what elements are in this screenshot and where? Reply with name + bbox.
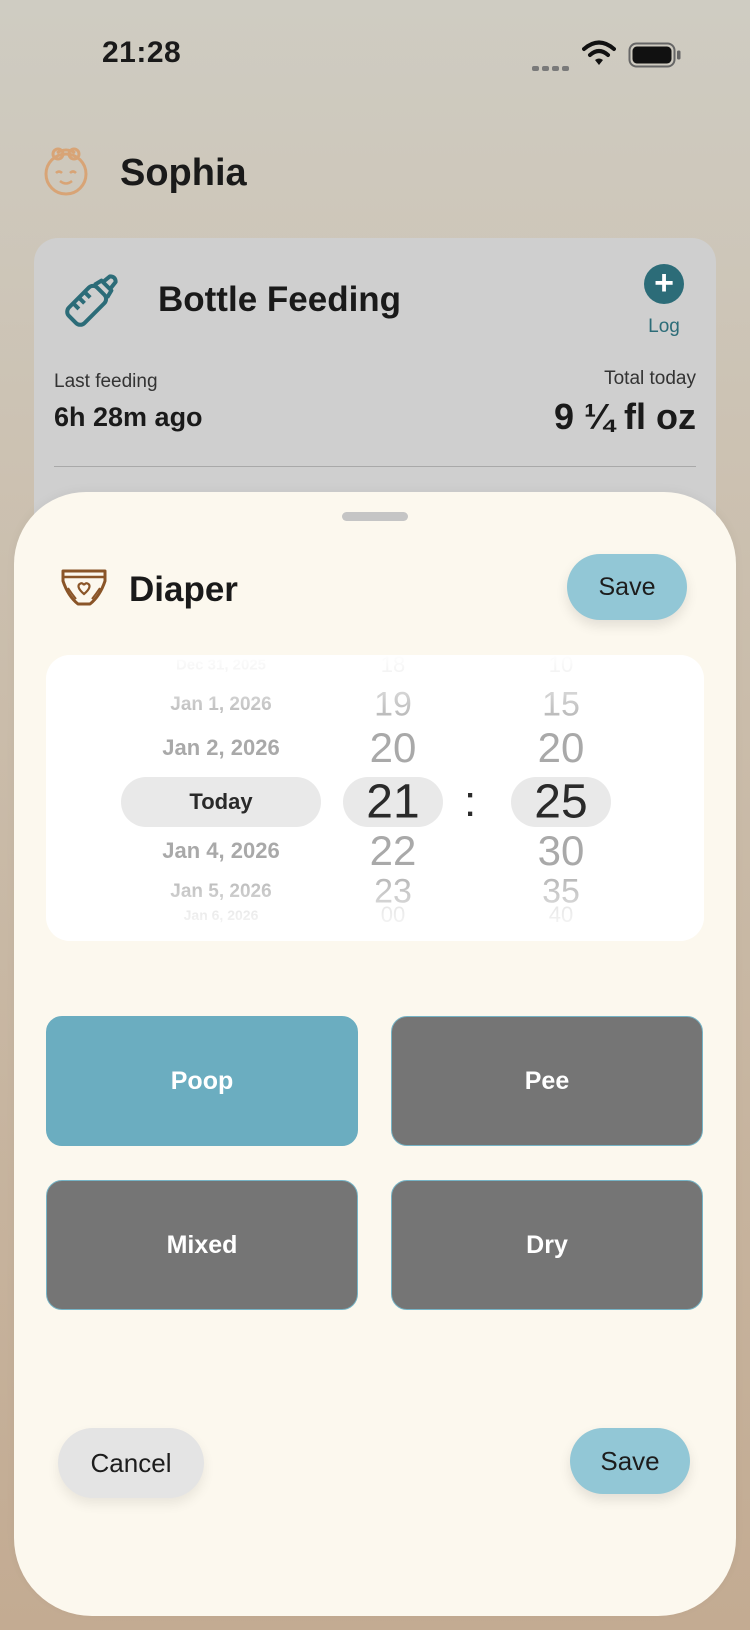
save-button-top[interactable]: Save	[567, 554, 687, 620]
mixed-button[interactable]: Mixed	[46, 1180, 358, 1310]
battery-icon	[628, 42, 681, 68]
minute-option[interactable]: 25	[511, 775, 611, 830]
minute-option[interactable]: 30	[511, 827, 611, 875]
plus-icon: +	[644, 264, 684, 304]
pee-button[interactable]: Pee	[391, 1016, 703, 1146]
minute-option[interactable]: 20	[511, 724, 611, 772]
log-feeding-button[interactable]: + Log	[634, 264, 694, 344]
card-divider	[54, 466, 696, 467]
status-bar: 21:28	[0, 0, 750, 110]
baby-face-icon	[44, 147, 88, 196]
poop-button[interactable]: Poop	[46, 1016, 358, 1146]
picker-fade-top	[46, 655, 704, 725]
diaper-sheet: Diaper Save Dec 31, 2025Jan 1, 2026Jan 2…	[14, 492, 736, 1616]
diaper-icon	[61, 569, 107, 606]
time-separator: :	[464, 777, 477, 826]
cancel-button[interactable]: Cancel	[58, 1428, 204, 1498]
total-today-value: 9 ¼ fl oz	[553, 396, 696, 437]
date-option[interactable]: Jan 4, 2026	[121, 838, 321, 864]
status-time: 21:28	[102, 36, 182, 69]
hour-option[interactable]: 20	[343, 724, 443, 772]
hour-option[interactable]: 21	[343, 775, 443, 830]
profile-name[interactable]: Sophia	[120, 152, 247, 195]
date-option[interactable]: Today	[121, 789, 321, 815]
feeding-card-title: Bottle Feeding	[158, 280, 402, 319]
save-button-bottom[interactable]: Save	[570, 1428, 690, 1494]
sheet-title: Diaper	[129, 570, 238, 609]
dry-button[interactable]: Dry	[391, 1180, 703, 1310]
log-label: Log	[648, 316, 680, 337]
date-option[interactable]: Jan 2, 2026	[121, 735, 321, 761]
last-feeding-label: Last feeding	[54, 371, 158, 392]
date-time-picker[interactable]: Dec 31, 2025Jan 1, 2026Jan 2, 2026TodayJ…	[46, 655, 704, 941]
wifi-icon	[582, 40, 616, 65]
cellular-signal-icon	[532, 58, 572, 76]
sheet-grabber[interactable]	[342, 512, 408, 521]
baby-bottle-icon	[65, 274, 118, 327]
profile-header: Sophia	[40, 142, 640, 202]
picker-fade-bottom	[46, 871, 704, 941]
total-today-label: Total today	[604, 368, 696, 389]
hour-option[interactable]: 22	[343, 827, 443, 875]
last-feeding-value: 6h 28m ago	[54, 402, 203, 432]
